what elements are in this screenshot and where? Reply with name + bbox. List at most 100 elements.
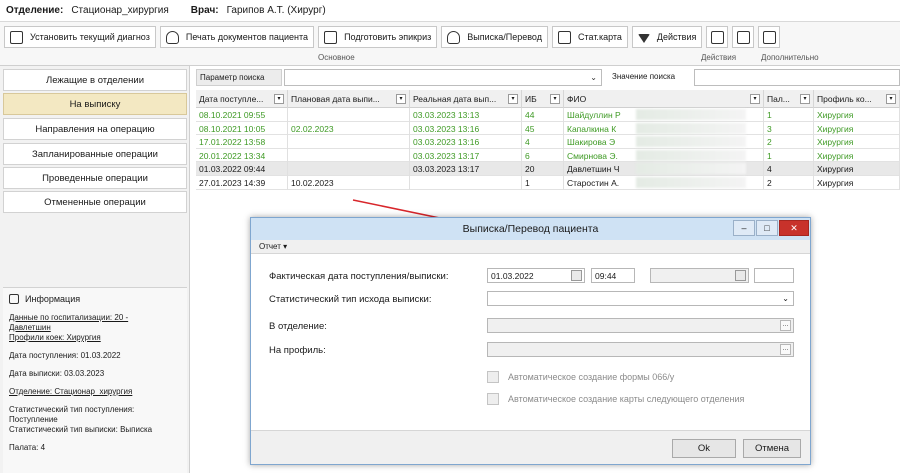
redacted-name-blur	[636, 109, 746, 120]
document-icon	[710, 30, 724, 44]
table-row[interactable]: 08.10.2021 10:05 02.02.2023 03.03.2023 13:…	[196, 121, 900, 136]
report-menu[interactable]: Отчет ▾	[259, 242, 287, 251]
binoculars-icon	[736, 30, 750, 44]
ellipsis-icon[interactable]: …	[780, 320, 791, 331]
to-profile-label: На профиль:	[269, 345, 326, 356]
column-profile[interactable]: Профиль ко... ▾	[814, 90, 900, 108]
to-profile-field[interactable]: …	[487, 342, 794, 357]
filter-icon[interactable]: ▾	[750, 94, 760, 104]
cell-ib: 1	[522, 176, 564, 190]
admit-time-value: 09:44	[595, 271, 617, 281]
auto-next-card-option: Автоматическое создание карты следующего…	[487, 393, 744, 405]
extra-tool-button-3[interactable]	[758, 26, 781, 48]
department-link[interactable]: Отделение: Стационар_хирургия	[9, 387, 181, 397]
stat-card-button[interactable]: Стат.карта	[551, 26, 628, 48]
print-documents-button[interactable]: Печать документов пациента	[159, 26, 315, 48]
discharge-date-field[interactable]	[650, 268, 749, 283]
cell-admit: 01.03.2022 09:44	[196, 162, 288, 176]
sidebar-item-surgery-referrals[interactable]: Направления на операцию	[3, 118, 187, 140]
extra-tool-button-2[interactable]	[732, 26, 755, 48]
column-admit-date[interactable]: Дата поступле... ▾	[196, 90, 288, 108]
cell-profile: Хирургия	[814, 162, 900, 176]
filter-icon[interactable]: ▾	[396, 94, 406, 104]
extra-tool-button-1[interactable]	[706, 26, 729, 48]
prepare-epicrisis-button[interactable]: Подготовить эпикриз	[318, 26, 438, 48]
fact-date-label: Фактическая дата поступления/выписки:	[269, 271, 449, 282]
filter-icon[interactable]: ▾	[508, 94, 518, 104]
cell-planned	[288, 148, 410, 163]
discharge-time-field[interactable]	[754, 268, 794, 283]
cell-profile: Хирургия	[814, 121, 900, 136]
maximize-icon[interactable]: □	[756, 220, 778, 236]
dialog-title-bar[interactable]: Выписка/Перевод пациента	[251, 218, 810, 240]
cell-admit: 08.10.2021 09:55	[196, 108, 288, 122]
dialog-title: Выписка/Перевод пациента	[462, 223, 599, 235]
info-form-icon	[9, 294, 19, 304]
table-row[interactable]: 17.01.2022 13:58 03.03.2023 13:16 4 Шакиров…	[196, 135, 900, 149]
ok-button[interactable]: Ok	[672, 439, 736, 458]
cell-real: 03.03.2023 13:17	[410, 148, 522, 163]
search-param-select[interactable]: ⌄	[284, 69, 602, 86]
column-planned-date[interactable]: Плановая дата выпи... ▾	[288, 90, 410, 108]
prepare-epicrisis-label: Подготовить эпикриз	[344, 32, 432, 42]
filter-icon[interactable]: ▾	[886, 94, 896, 104]
redacted-name-blur	[636, 163, 746, 175]
set-diagnosis-button[interactable]: Установить текущий диагноз	[4, 26, 156, 48]
column-ib[interactable]: ИБ ▾	[522, 90, 564, 108]
calendar-icon[interactable]	[571, 270, 582, 281]
table-row[interactable]: 20.01.2022 13:34 03.03.2023 13:17 6 Смирнов…	[196, 148, 900, 163]
filter-icon[interactable]: ▾	[274, 94, 284, 104]
hospitalization-patient: Давлетшин	[9, 323, 51, 332]
table-row[interactable]: 08.10.2021 09:55 03.03.2023 13:13 44 Шайдул…	[196, 108, 900, 122]
discharge-transfer-button[interactable]: Выписка/Перевод	[441, 26, 548, 48]
column-ward[interactable]: Пал... ▾	[764, 90, 814, 108]
minimize-icon[interactable]: –	[733, 220, 755, 236]
close-icon[interactable]: ✕	[779, 220, 809, 236]
column-name[interactable]: ФИО ▾	[564, 90, 764, 108]
search-value-input[interactable]	[694, 69, 900, 86]
department-value: Стационар_хирургия	[71, 5, 169, 16]
cell-planned: 10.02.2023	[288, 176, 410, 190]
sidebar-item-cancelled-surgeries[interactable]: Отмененные операции	[3, 191, 187, 213]
auto-form-066-checkbox[interactable]	[487, 371, 499, 383]
sidebar-item-in-department[interactable]: Лежащие в отделении	[3, 69, 187, 91]
admit-time-field[interactable]: 09:44	[591, 268, 635, 283]
toolbar-row: Установить текущий диагноз Печать докуме…	[4, 25, 784, 49]
actions-dropdown-button[interactable]: Действия	[631, 26, 703, 48]
hospitalization-link[interactable]: Данные по госпитализации: 20 - Давлетшин…	[9, 313, 181, 343]
sidebar-item-for-discharge[interactable]: На выписку	[3, 93, 187, 115]
column-title: Реальная дата вып...	[413, 94, 497, 104]
search-param-label: Параметр поиска	[196, 69, 282, 86]
filter-icon[interactable]: ▾	[800, 94, 810, 104]
cancel-button[interactable]: Отмена	[743, 439, 801, 458]
filter-icon[interactable]: ▾	[550, 94, 560, 104]
info-panel: Информация Данные по госпитализации: 20 …	[3, 287, 187, 473]
sidebar-item-performed-surgeries[interactable]: Проведенные операции	[3, 167, 187, 189]
table-row[interactable]: 01.03.2022 09:44 03.03.2023 13:17 20 Давлет…	[196, 162, 900, 176]
cell-ib: 6	[522, 148, 564, 163]
admit-date-field[interactable]: 01.03.2022	[487, 268, 585, 283]
sidebar-item-planned-surgeries[interactable]: Запланированные операции	[3, 143, 187, 165]
stat-type-select[interactable]: ⌄	[487, 291, 794, 306]
dialog-body: Фактическая дата поступления/выписки: 01…	[251, 254, 810, 430]
dialog-footer: Ok Отмена	[251, 430, 810, 464]
calendar-icon[interactable]	[735, 270, 746, 281]
column-real-date[interactable]: Реальная дата вып... ▾	[410, 90, 522, 108]
column-title: Плановая дата выпи...	[291, 94, 380, 104]
chevron-down-icon: ⌄	[782, 294, 789, 303]
stat-admit-type-value: Поступление	[9, 415, 58, 424]
sidebar: Лежащие в отделении На выписку Направлен…	[0, 66, 190, 473]
admit-date: Дата поступления: 01.03.2022	[9, 351, 121, 360]
group-label-actions: Действия	[701, 53, 737, 62]
epicrisis-icon	[324, 30, 338, 44]
ellipsis-icon[interactable]: …	[780, 344, 791, 355]
diagnosis-icon	[10, 30, 23, 44]
table-row[interactable]: 27.01.2023 14:39 10.02.2023 1 Старостин А. 2…	[196, 176, 900, 190]
auto-form-066-option: Автоматическое создание формы 066/у	[487, 371, 674, 383]
cell-admit: 20.01.2022 13:34	[196, 148, 288, 163]
cell-planned	[288, 135, 410, 149]
to-department-field[interactable]: …	[487, 318, 794, 333]
cell-ward: 1	[764, 108, 814, 122]
auto-next-card-checkbox[interactable]	[487, 393, 499, 405]
cell-real: 03.03.2023 13:17	[410, 162, 522, 176]
